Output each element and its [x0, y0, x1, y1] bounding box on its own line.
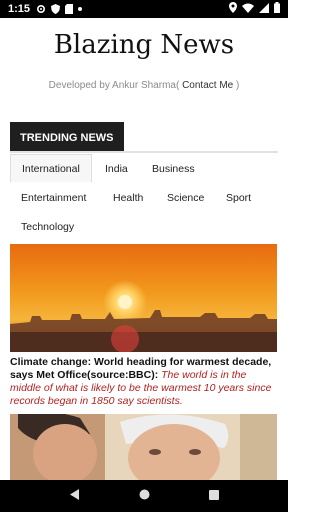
article-image-portraits[interactable]	[10, 414, 277, 480]
tab-health[interactable]: Health	[102, 183, 154, 212]
tab-technology[interactable]: Technology	[10, 212, 85, 241]
tab-sport[interactable]: Sport	[215, 183, 262, 212]
sd-card-icon	[65, 4, 74, 14]
tab-international[interactable]: International	[10, 154, 92, 183]
wifi-icon	[242, 3, 254, 16]
article-headline[interactable]: Climate change: World heading for warmes…	[10, 356, 278, 408]
tab-business[interactable]: Business	[141, 154, 206, 183]
android-navigation-bar	[0, 480, 288, 512]
status-bar: 1:15	[0, 0, 288, 18]
back-icon[interactable]	[69, 487, 80, 505]
home-icon[interactable]	[139, 487, 150, 505]
trending-news-heading: TRENDING NEWS	[10, 122, 124, 153]
shield-icon	[51, 4, 61, 14]
signal-icon	[259, 2, 269, 16]
news-app: Blazing News Developed by Ankur Sharma( …	[0, 18, 288, 480]
contact-me-link[interactable]: Contact Me	[179, 80, 233, 91]
settings-gear-icon	[36, 4, 46, 14]
tab-entertainment[interactable]: Entertainment	[10, 183, 97, 212]
tab-india[interactable]: India	[94, 154, 139, 183]
status-time: 1:15	[8, 3, 31, 15]
trending-divider	[10, 151, 278, 153]
tab-science[interactable]: Science	[156, 183, 215, 212]
location-icon	[229, 2, 237, 16]
developer-credit-suffix: )	[233, 80, 240, 91]
developer-credit-text: Developed by Ankur Sharma(	[48, 80, 180, 91]
battery-icon	[274, 2, 280, 16]
app-title: Blazing News	[53, 30, 235, 60]
recents-icon[interactable]	[208, 487, 219, 505]
dot-icon	[78, 7, 83, 11]
article-image-sunset-city[interactable]	[10, 244, 277, 352]
developer-credit: Developed by Ankur Sharma( Contact Me )	[0, 80, 288, 91]
